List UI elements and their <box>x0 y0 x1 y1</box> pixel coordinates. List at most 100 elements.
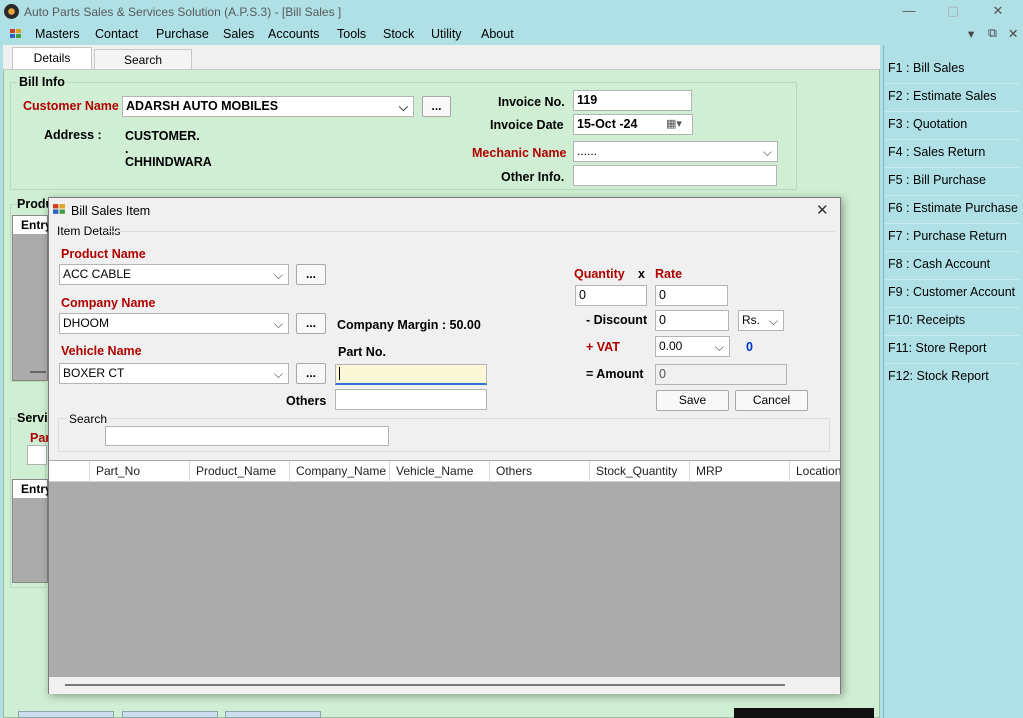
others-field[interactable] <box>335 389 487 410</box>
column-part-no[interactable]: Part_No <box>89 461 189 482</box>
menu-contact[interactable]: Contact <box>95 27 138 41</box>
discount-unit-combo[interactable]: Rs. ⌵ <box>738 310 784 331</box>
menu-tools[interactable]: Tools <box>337 27 366 41</box>
divider <box>884 363 1020 364</box>
tab-search[interactable]: Search <box>94 49 192 69</box>
column-others[interactable]: Others <box>489 461 589 482</box>
rate-field[interactable]: 0 <box>655 285 728 306</box>
search-input[interactable] <box>105 426 389 446</box>
fkey-f10[interactable]: F10: Receipts <box>888 313 965 327</box>
text-cursor <box>339 367 340 380</box>
fkey-f11[interactable]: F11: Store Report <box>888 341 986 355</box>
fkey-f6[interactable]: F6 : Estimate Purchase <box>888 201 1018 215</box>
discount-unit-value: Rs. <box>742 313 760 327</box>
company-name-combo[interactable]: DHOOM ⌵ <box>59 313 289 334</box>
divider <box>884 139 1020 140</box>
mdi-minimize-icon[interactable]: ▾ <box>968 26 974 41</box>
fkey-f2[interactable]: F2 : Estimate Sales <box>888 89 996 103</box>
service-part-field[interactable] <box>27 445 47 465</box>
cancel-button[interactable]: Cancel <box>735 390 808 411</box>
vehicle-name-combo[interactable]: BOXER CT ⌵ <box>59 363 289 384</box>
discount-field[interactable]: 0 <box>655 310 729 331</box>
bottom-button-2[interactable] <box>122 711 218 718</box>
vehicle-browse-button[interactable]: ... <box>296 363 326 384</box>
fkey-f7[interactable]: F7 : Purchase Return <box>888 229 1007 243</box>
chevron-down-icon: ⌵ <box>273 317 283 331</box>
column-mrp[interactable]: MRP <box>689 461 789 482</box>
row-header-column <box>49 461 89 482</box>
scrollbar-thumb[interactable] <box>30 371 46 373</box>
search-group-label: Search <box>67 412 110 426</box>
part-no-label: Part No. <box>338 345 386 359</box>
mechanic-name-value: ...... <box>577 144 598 158</box>
close-window-button[interactable]: ✕ <box>987 2 1009 20</box>
column-company-name[interactable]: Company_Name <box>289 461 389 482</box>
fkey-f4[interactable]: F4 : Sales Return <box>888 145 985 159</box>
amount-field: 0 <box>655 364 787 385</box>
invoice-no-field[interactable]: 119 <box>573 90 692 111</box>
multiply-label: x <box>638 267 645 281</box>
fkey-f3[interactable]: F3 : Quotation <box>888 117 967 131</box>
vehicle-name-value: BOXER CT <box>63 366 125 380</box>
bottom-button-1[interactable] <box>18 711 114 718</box>
mdi-restore-icon[interactable]: ⧉ <box>988 26 997 41</box>
vat-combo[interactable]: 0.00 ⌵ <box>655 336 730 357</box>
product-name-combo[interactable]: ACC CABLE ⌵ <box>59 264 289 285</box>
menu-masters[interactable]: Masters <box>35 27 79 41</box>
item-grid[interactable]: Part_No Product_Name Company_Name Vehicl… <box>49 460 840 694</box>
column-product-name[interactable]: Product_Name <box>189 461 289 482</box>
customer-name-combo[interactable]: ADARSH AUTO MOBILES ⌵ <box>122 96 414 117</box>
fkey-f9[interactable]: F9 : Customer Account <box>888 285 1015 299</box>
other-info-field[interactable] <box>573 165 777 186</box>
fkey-f5[interactable]: F5 : Bill Purchase <box>888 173 986 187</box>
mechanic-name-combo[interactable]: ...... ⌵ <box>573 141 778 162</box>
quantity-field[interactable]: 0 <box>575 285 647 306</box>
address-line-3: CHHINDWARA <box>125 155 212 169</box>
bottom-button-3[interactable] <box>225 711 321 718</box>
dialog-close-icon[interactable]: ✕ <box>816 201 829 219</box>
invoice-date-picker[interactable]: 15-Oct -24 ▦▾ <box>573 114 693 135</box>
minimize-button[interactable]: — <box>898 2 920 20</box>
horizontal-scrollbar[interactable] <box>49 677 840 694</box>
menu-sales[interactable]: Sales <box>223 27 254 41</box>
rate-label: Rate <box>655 267 683 281</box>
column-vehicle-name[interactable]: Vehicle_Name <box>389 461 489 482</box>
discount-label: - Discount <box>586 313 648 327</box>
menu-stock[interactable]: Stock <box>383 27 414 41</box>
tab-details[interactable]: Details <box>12 47 92 70</box>
invoice-date-value: 15-Oct -24 <box>577 117 638 131</box>
menu-about[interactable]: About <box>481 27 514 41</box>
customer-browse-button[interactable]: ... <box>422 96 451 117</box>
product-name-value: ACC CABLE <box>63 267 132 281</box>
customer-name-value: ADARSH AUTO MOBILES <box>126 99 279 113</box>
part-no-field[interactable] <box>335 364 487 385</box>
calendar-icon[interactable]: ▦▾ <box>666 115 682 134</box>
quantity-label: Quantity <box>574 267 625 281</box>
mdi-form-icon[interactable] <box>10 29 22 39</box>
product-browse-button[interactable]: ... <box>296 264 326 285</box>
fkey-f8[interactable]: F8 : Cash Account <box>888 257 990 271</box>
column-stock-quantity[interactable]: Stock_Quantity <box>589 461 689 482</box>
menu-accounts[interactable]: Accounts <box>268 27 319 41</box>
chevron-down-icon: ⌵ <box>273 367 283 381</box>
customer-name-label: Customer Name <box>23 99 119 113</box>
address-line-1: CUSTOMER. <box>125 129 200 143</box>
menu-purchase[interactable]: Purchase <box>156 27 209 41</box>
address-line-2: . <box>125 142 129 156</box>
vehicle-name-label: Vehicle Name <box>61 344 142 358</box>
maximize-button[interactable]: ▢ <box>942 2 964 20</box>
scrollbar-thumb[interactable] <box>65 684 785 686</box>
grid-body[interactable] <box>49 482 840 677</box>
product-entry-grid[interactable] <box>12 215 48 381</box>
divider <box>884 279 1020 280</box>
dialog-form-icon <box>53 204 65 214</box>
fkey-f1[interactable]: F1 : Bill Sales <box>888 61 964 75</box>
menu-utility[interactable]: Utility <box>431 27 462 41</box>
divider <box>884 251 1020 252</box>
fkey-f12[interactable]: F12: Stock Report <box>888 369 989 383</box>
mdi-close-icon[interactable]: ✕ <box>1008 26 1018 41</box>
company-browse-button[interactable]: ... <box>296 313 326 334</box>
column-location[interactable]: Location_ <box>789 461 840 482</box>
save-button[interactable]: Save <box>656 390 729 411</box>
service-entry-header: Entry <box>13 480 52 498</box>
